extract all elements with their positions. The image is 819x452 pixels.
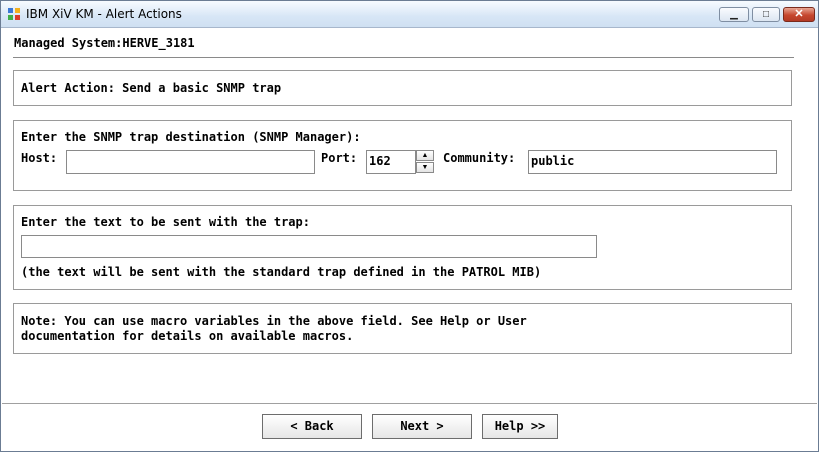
community-input[interactable]: public — [528, 150, 777, 174]
close-icon: ✕ — [794, 8, 804, 20]
destination-panel: Enter the SNMP trap destination (SNMP Ma… — [13, 120, 792, 191]
maximize-button[interactable]: □ — [752, 7, 780, 22]
trap-text-panel: Enter the text to be sent with the trap:… — [13, 205, 792, 290]
host-input[interactable] — [66, 150, 315, 174]
managed-system-label: Managed System:HERVE_3181 — [14, 36, 195, 50]
chevron-up-icon: ▲ — [421, 152, 429, 159]
title-bar[interactable]: IBM XiV KM - Alert Actions ▁ □ ✕ — [1, 1, 818, 28]
minimize-button[interactable]: ▁ — [719, 7, 749, 22]
alert-actions-window: IBM XiV KM - Alert Actions ▁ □ ✕ Managed… — [0, 0, 819, 452]
port-input[interactable]: 162 — [366, 150, 416, 174]
trap-text-note: (the text will be sent with the standard… — [21, 265, 542, 279]
footer-divider — [2, 403, 817, 404]
macro-note-line2: documentation for details on available m… — [21, 329, 354, 343]
trap-text-heading: Enter the text to be sent with the trap: — [21, 215, 310, 229]
macro-note-line1: Note: You can use macro variables in the… — [21, 314, 527, 328]
header-divider — [13, 57, 794, 58]
back-button[interactable]: < Back — [262, 414, 362, 439]
alert-action-panel: Alert Action: Send a basic SNMP trap — [13, 70, 792, 106]
chevron-down-icon: ▼ — [421, 164, 429, 171]
community-label: Community: — [443, 151, 516, 165]
port-decrement-button[interactable]: ▼ — [416, 162, 434, 173]
app-icon — [8, 8, 20, 20]
host-label: Host: — [21, 151, 58, 165]
alert-action-label: Alert Action: Send a basic SNMP trap — [21, 81, 282, 95]
port-increment-button[interactable]: ▲ — [416, 150, 434, 161]
window-title: IBM XiV KM - Alert Actions — [26, 7, 182, 21]
close-button[interactable]: ✕ — [783, 7, 815, 22]
trap-text-input[interactable] — [21, 235, 597, 258]
destination-heading: Enter the SNMP trap destination (SNMP Ma… — [21, 130, 361, 144]
port-label: Port: — [321, 151, 358, 165]
next-button[interactable]: Next > — [372, 414, 472, 439]
maximize-icon: □ — [762, 9, 770, 20]
help-button[interactable]: Help >> — [482, 414, 558, 439]
minimize-icon: ▁ — [730, 9, 738, 20]
macro-note-panel: Note: You can use macro variables in the… — [13, 303, 792, 354]
